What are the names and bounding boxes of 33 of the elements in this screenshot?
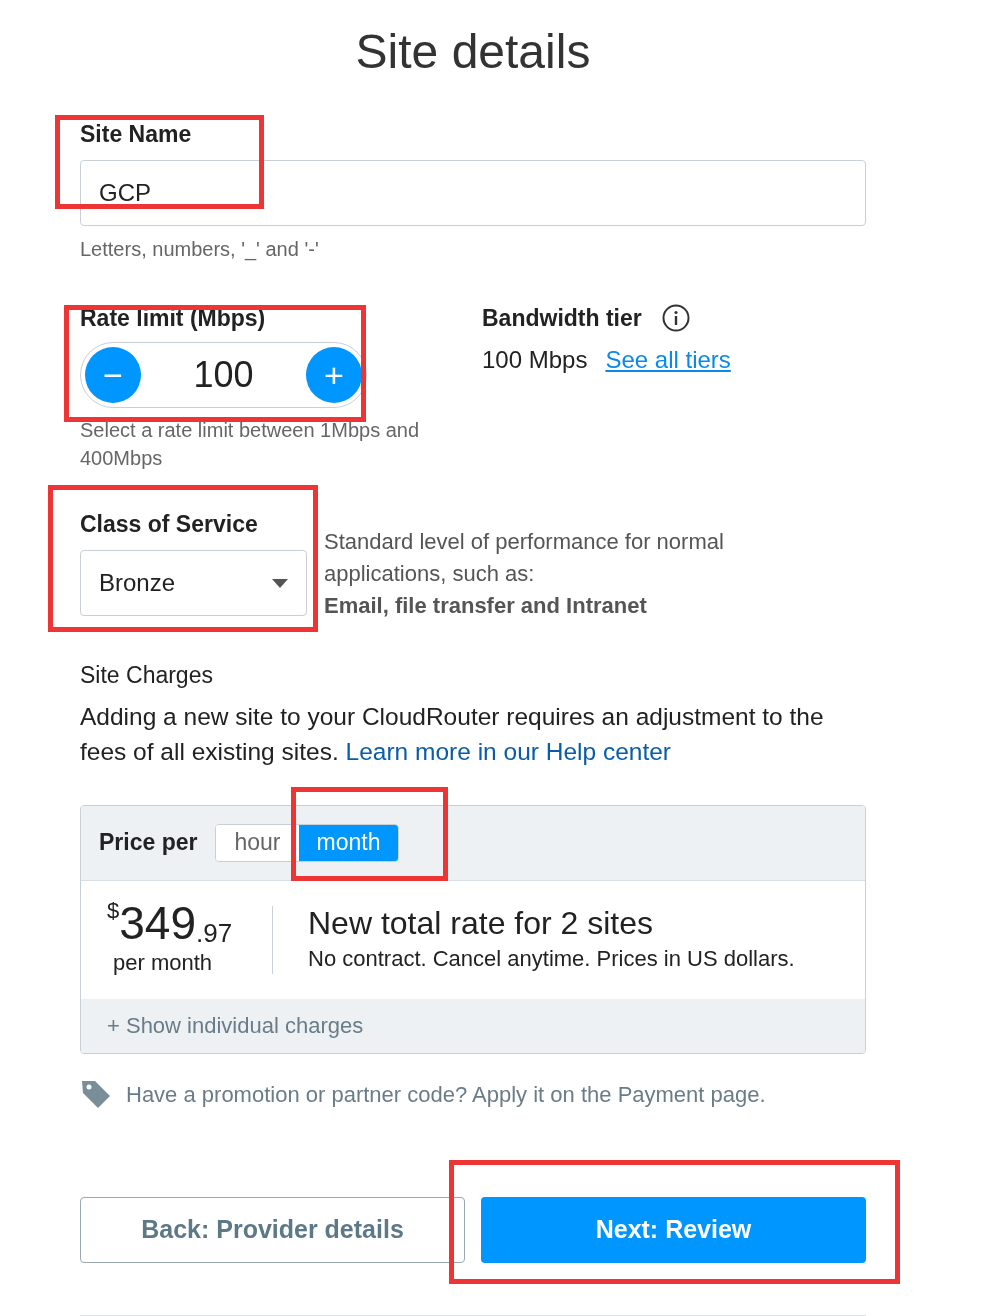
- caret-icon: [272, 578, 288, 588]
- next-button[interactable]: Next: Review: [481, 1196, 866, 1263]
- help-center-link[interactable]: Learn more in our Help center: [345, 737, 672, 765]
- hint-text: Select a rate limit between 1Mbps and 400Mbps: [80, 418, 421, 471]
- charges-paragraph: Adding a new site to your CloudRouter requires an adjustment to the fees of all existing sites. Learn more in our Help center: [80, 701, 825, 767]
- price-cents: .97: [196, 920, 233, 946]
- rate-subtext: No contract. Cancel anytime. Prices in US dollars.: [308, 945, 795, 973]
- page-title: Site details: [354, 24, 592, 80]
- back-button[interactable]: Back: Provider details: [80, 1196, 465, 1263]
- site-name-field[interactable]: GCP: [80, 160, 866, 226]
- rate-value: 100: [193, 353, 254, 397]
- class-examples: Email, file transfer and Intranet: [324, 592, 648, 620]
- price-period: per month: [113, 949, 214, 977]
- tag-icon: [80, 1079, 112, 1109]
- field-label: Site Name: [80, 120, 193, 148]
- section-heading: Site Charges: [80, 661, 214, 690]
- decrement-button[interactable]: −: [85, 347, 141, 403]
- tier-value: 100 Mbps: [482, 345, 588, 375]
- field-label: Class of Service: [80, 510, 259, 538]
- price-amount: 349: [119, 900, 196, 946]
- class-description: Standard level of performance for normal applications, such as:: [324, 528, 725, 588]
- period-option[interactable]: month: [298, 824, 399, 861]
- show-charges-link[interactable]: + Show individual charges: [107, 1009, 364, 1042]
- price-per-label: Price per: [99, 828, 198, 858]
- promo-text: Have a promotion or partner code? Apply it on the Payment page.: [126, 1080, 766, 1109]
- increment-button[interactable]: +: [306, 347, 362, 403]
- see-all-tiers-link[interactable]: See all tiers: [605, 342, 731, 378]
- field-label: Bandwidth tier: [482, 304, 642, 332]
- class-select[interactable]: Bronze: [80, 550, 307, 616]
- hint-text: Letters, numbers, '_' and '-': [80, 237, 320, 263]
- rate-headline: New total rate for 2 sites: [308, 904, 655, 942]
- info-icon[interactable]: [661, 304, 690, 332]
- currency-symbol: $: [107, 900, 120, 922]
